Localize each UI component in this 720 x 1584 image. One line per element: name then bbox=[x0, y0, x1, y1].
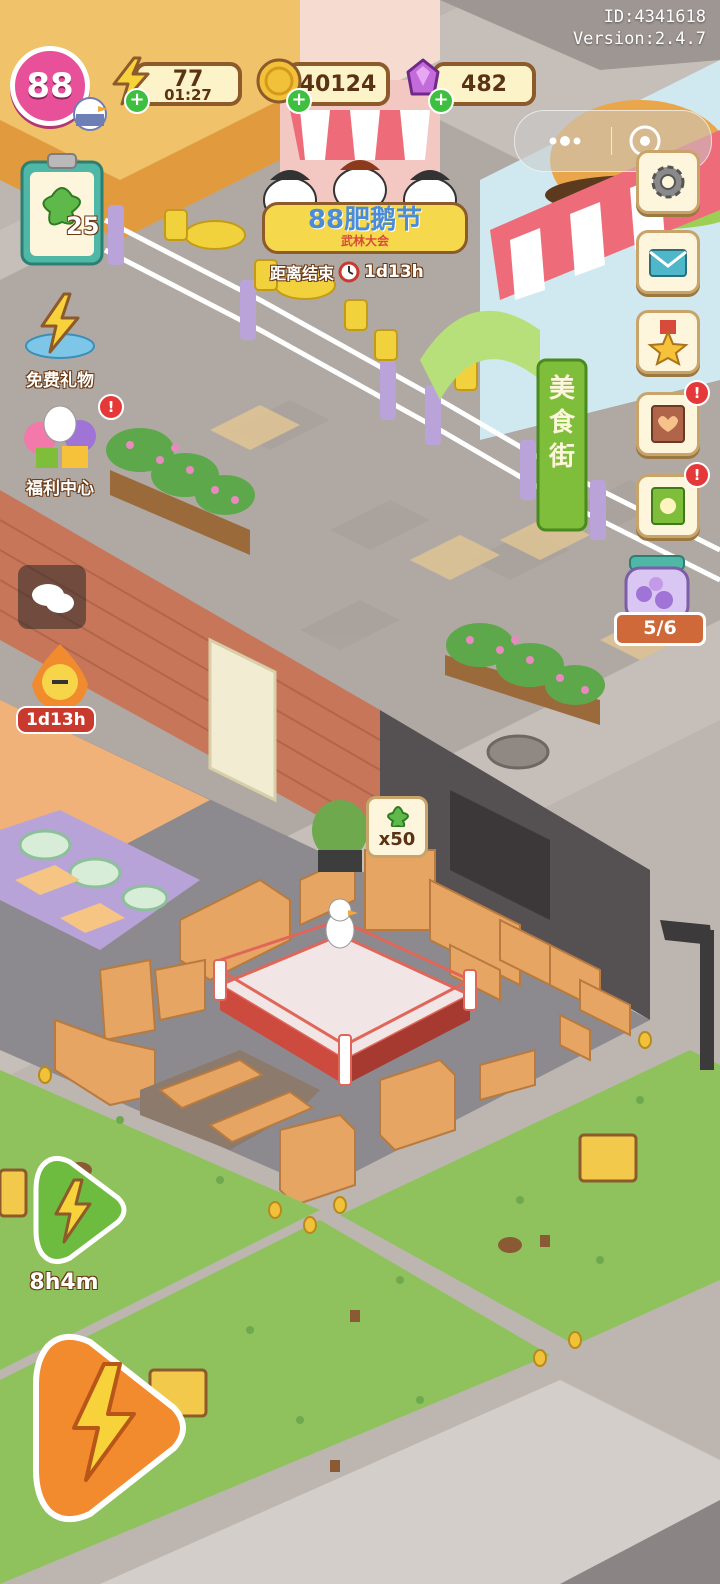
green-boost-button[interactable]: 8h4m bbox=[14, 1150, 134, 1300]
reward-bubble[interactable]: x50 bbox=[366, 796, 428, 858]
gift-pile-icon bbox=[24, 405, 96, 468]
countdown-label: 距离结束 bbox=[270, 264, 335, 283]
add-energy-button[interactable]: + bbox=[124, 88, 150, 114]
clipboard-count: 25 bbox=[66, 212, 100, 240]
chat-icon bbox=[32, 584, 74, 613]
energy-timer: 01:27 bbox=[164, 86, 212, 104]
book-alert-badge: ! bbox=[684, 380, 710, 406]
album-icon bbox=[651, 487, 685, 525]
chat-button[interactable] bbox=[18, 565, 86, 629]
level-number: 88 bbox=[26, 66, 74, 106]
fire-duck-event-button[interactable]: 1d13h bbox=[8, 640, 112, 740]
welfare-alert-badge: ! bbox=[98, 394, 124, 420]
build-info: ID:4341618 Version:2.4.7 bbox=[573, 6, 706, 50]
add-coins-button[interactable]: + bbox=[286, 88, 312, 114]
more-menu-button[interactable] bbox=[535, 127, 612, 155]
settings-button[interactable] bbox=[636, 150, 700, 214]
event-subtitle: 武林大会 bbox=[340, 234, 389, 248]
mail-button[interactable] bbox=[636, 230, 700, 294]
clipboard-icon bbox=[20, 153, 104, 266]
free-gift-button[interactable]: 免费礼物 bbox=[8, 290, 112, 394]
gem-value: 482 bbox=[461, 71, 507, 97]
add-gems-button[interactable]: + bbox=[428, 88, 454, 114]
orange-lightning-icon bbox=[33, 1333, 186, 1523]
clock-icon bbox=[338, 261, 360, 283]
food-street-sign: 美食街 bbox=[548, 374, 575, 472]
free-gift-label: 免费礼物 bbox=[26, 371, 94, 391]
achievements-button[interactable] bbox=[636, 310, 700, 374]
gear-icon bbox=[651, 165, 685, 199]
gift-lightning-icon bbox=[25, 292, 95, 359]
more-dots-icon bbox=[549, 136, 581, 146]
fire-duck-icon bbox=[32, 644, 88, 710]
boost-timer: 8h4m bbox=[29, 1270, 99, 1295]
coin-value: 40124 bbox=[299, 71, 377, 97]
quest-clipboard[interactable]: 25 bbox=[18, 150, 106, 268]
player-id: ID:4341618 bbox=[603, 7, 706, 27]
event-banner[interactable]: 88肥鹅节 武林大会 距离结束 1d13h bbox=[240, 160, 480, 290]
clover-icon bbox=[387, 806, 409, 827]
event-countdown: 距离结束 1d13h bbox=[270, 260, 424, 284]
event-title-plate: 88肥鹅节 武林大会 bbox=[262, 202, 468, 254]
player-avatar[interactable] bbox=[70, 86, 110, 132]
reward-amount: x50 bbox=[378, 829, 416, 850]
version-label: Version:2.4.7 bbox=[572, 29, 706, 49]
countdown-value: 1d13h bbox=[364, 262, 424, 282]
green-lightning-icon bbox=[33, 1156, 127, 1264]
medal-icon bbox=[647, 320, 689, 366]
album-alert-badge: ! bbox=[684, 462, 710, 488]
book-icon bbox=[651, 405, 685, 443]
fire-duck-timer: 1d13h bbox=[16, 706, 96, 734]
event-title: 88肥鹅节 bbox=[307, 205, 423, 235]
fire-duck-timer-wrap: 1d13h bbox=[16, 706, 96, 734]
orange-boost-button[interactable] bbox=[22, 1324, 192, 1534]
welfare-center-button[interactable]: 福利中心 bbox=[8, 398, 112, 502]
jar-reward[interactable]: 5/6 bbox=[612, 552, 706, 646]
jar-progress: 5/6 bbox=[614, 612, 706, 646]
welfare-center-label: 福利中心 bbox=[26, 479, 94, 499]
envelope-icon bbox=[649, 249, 687, 277]
